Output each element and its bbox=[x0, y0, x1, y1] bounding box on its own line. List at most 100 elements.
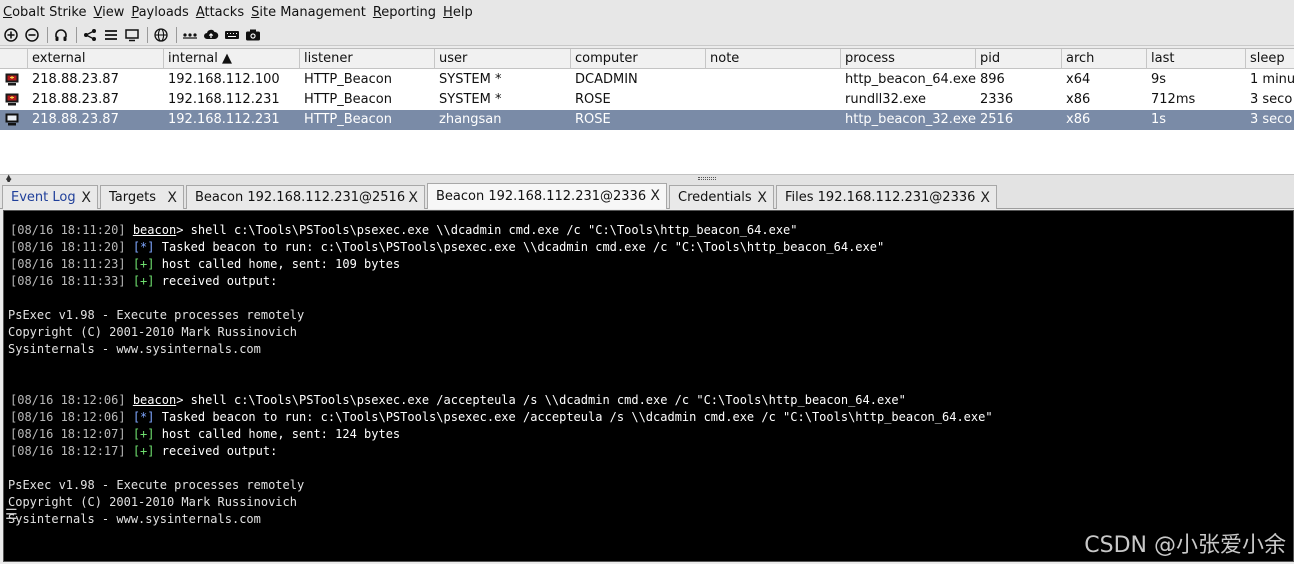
table-row[interactable]: 218.88.23.87 192.168.112.231 HTTP_Beacon… bbox=[0, 90, 1294, 110]
header-user[interactable]: user bbox=[435, 49, 571, 69]
share-graph-icon[interactable] bbox=[82, 27, 98, 43]
tab-label: Credentials bbox=[678, 190, 752, 205]
cell-listener: HTTP_Beacon bbox=[304, 112, 392, 127]
keyboard-icon[interactable] bbox=[224, 27, 240, 43]
close-icon[interactable]: X bbox=[167, 190, 177, 206]
console-line: [08/16 18:12:07] [+] host called home, s… bbox=[10, 427, 401, 441]
cell-process: http_beacon_32.exe bbox=[845, 112, 976, 127]
beacon-user-session-icon bbox=[5, 113, 19, 126]
console-line: [08/16 18:12:06] beacon> shell c:\Tools\… bbox=[10, 393, 906, 407]
close-icon[interactable]: X bbox=[650, 188, 660, 204]
table-row[interactable]: 218.88.23.87 192.168.112.100 HTTP_Beacon… bbox=[0, 70, 1294, 90]
cell-arch: x86 bbox=[1066, 112, 1091, 127]
console-line: [08/16 18:11:20] [*] Tasked beacon to ru… bbox=[10, 240, 885, 254]
close-icon[interactable]: X bbox=[980, 190, 990, 206]
beacon-table: external internal ▲ listener user comput… bbox=[0, 48, 1294, 174]
header-computer[interactable]: computer bbox=[571, 49, 706, 69]
cloud-upload-icon[interactable] bbox=[203, 27, 219, 43]
cell-pid: 2336 bbox=[980, 92, 1014, 107]
pane-splitter[interactable]: ▲ ▼ bbox=[0, 174, 1294, 185]
cell-sleep: 3 seco bbox=[1250, 92, 1293, 107]
console-line: [08/16 18:11:33] [+] received output: bbox=[10, 274, 278, 288]
keys-icon[interactable] bbox=[182, 27, 198, 43]
camera-icon[interactable] bbox=[245, 27, 261, 43]
cell-computer: DCADMIN bbox=[575, 72, 638, 87]
beacon-session-icon bbox=[5, 93, 19, 106]
console-output-line: PsExec v1.98 - Execute processes remotel… bbox=[8, 478, 305, 492]
cell-arch: x86 bbox=[1066, 92, 1091, 107]
toolbar-separator bbox=[76, 26, 77, 43]
console-line: [08/16 18:11:23] [+] host called home, s… bbox=[10, 257, 401, 271]
cell-sleep: 3 seco bbox=[1250, 112, 1293, 127]
beacon-console[interactable]: [08/16 18:11:20] beacon> shell c:\Tools\… bbox=[3, 210, 1294, 562]
globe-icon[interactable] bbox=[153, 27, 169, 43]
console-output-line: Sysinternals - www.sysinternals.com bbox=[8, 512, 261, 526]
cell-process: http_beacon_64.exe bbox=[845, 72, 976, 87]
tab-beacon-2336[interactable]: Beacon 192.168.112.231@2336 X bbox=[427, 183, 667, 209]
header-listener[interactable]: listener bbox=[300, 49, 435, 69]
console-output-line: Copyright (C) 2001-2010 Mark Russinovich bbox=[8, 325, 297, 339]
console-output-line: PsExec v1.98 - Execute processes remotel… bbox=[8, 308, 305, 322]
menu-lines-icon[interactable]: ☰ bbox=[5, 508, 18, 522]
cell-process: rundll32.exe bbox=[845, 92, 927, 107]
cell-external: 218.88.23.87 bbox=[32, 72, 119, 87]
table-row-selected[interactable]: 218.88.23.87 192.168.112.231 HTTP_Beacon… bbox=[0, 110, 1294, 130]
header-sleep[interactable]: sleep bbox=[1246, 49, 1294, 69]
screen-icon[interactable] bbox=[124, 27, 140, 43]
table-header: external internal ▲ listener user comput… bbox=[0, 49, 1294, 69]
beacon-session-icon bbox=[5, 73, 19, 86]
header-icon-column[interactable] bbox=[0, 49, 28, 69]
tab-targets[interactable]: Targets X bbox=[100, 185, 184, 209]
menu-help[interactable]: Help bbox=[443, 5, 473, 20]
tab-label: Beacon 192.168.112.231@2336 bbox=[436, 189, 647, 204]
menu-bar: Cobalt Strike View Payloads Attacks Site… bbox=[0, 0, 1294, 24]
splitter-grip-icon[interactable] bbox=[698, 177, 716, 180]
cell-user: SYSTEM * bbox=[439, 92, 502, 107]
cell-last: 9s bbox=[1151, 72, 1167, 87]
tab-event-log[interactable]: Event Log X bbox=[2, 185, 98, 209]
cell-user: SYSTEM * bbox=[439, 72, 502, 87]
tab-label: Targets bbox=[109, 190, 156, 205]
close-icon[interactable]: X bbox=[81, 190, 91, 206]
header-external[interactable]: external bbox=[28, 49, 164, 69]
beacon-prompt: beacon bbox=[132, 223, 177, 237]
cell-note bbox=[706, 110, 841, 130]
cell-internal: 192.168.112.231 bbox=[168, 92, 280, 107]
close-icon[interactable]: X bbox=[757, 190, 767, 206]
tab-beacon-2516[interactable]: Beacon 192.168.112.231@2516 X bbox=[186, 185, 425, 209]
add-connection-icon[interactable] bbox=[3, 27, 19, 43]
menu-payloads[interactable]: Payloads bbox=[131, 5, 188, 20]
cell-arch: x64 bbox=[1066, 72, 1091, 87]
cell-computer: ROSE bbox=[575, 112, 611, 127]
menu-reporting[interactable]: Reporting bbox=[373, 5, 436, 20]
remove-connection-icon[interactable] bbox=[24, 27, 40, 43]
cell-computer: ROSE bbox=[575, 92, 611, 107]
tab-label: Files 192.168.112.231@2336 bbox=[785, 190, 976, 205]
toolbar-separator bbox=[47, 26, 48, 43]
tab-label: Event Log bbox=[11, 190, 76, 205]
cell-pid: 896 bbox=[980, 72, 1005, 87]
tab-files-2336[interactable]: Files 192.168.112.231@2336 X bbox=[776, 185, 997, 209]
header-process[interactable]: process bbox=[841, 49, 976, 69]
cell-external: 218.88.23.87 bbox=[32, 92, 119, 107]
cell-external: 218.88.23.87 bbox=[32, 112, 119, 127]
tab-bar: Event Log X Targets X Beacon 192.168.112… bbox=[0, 182, 1294, 209]
menu-cobalt-strike[interactable]: Cobalt Strike bbox=[3, 5, 86, 20]
tab-credentials[interactable]: Credentials X bbox=[669, 185, 774, 209]
header-last[interactable]: last bbox=[1147, 49, 1246, 69]
headphones-icon[interactable] bbox=[53, 27, 69, 43]
menu-attacks[interactable]: Attacks bbox=[196, 5, 244, 20]
header-arch[interactable]: arch bbox=[1062, 49, 1147, 69]
cell-last: 1s bbox=[1151, 112, 1167, 127]
menu-site-management[interactable]: Site Management bbox=[251, 5, 366, 20]
cell-internal: 192.168.112.100 bbox=[168, 72, 280, 87]
header-pid[interactable]: pid bbox=[976, 49, 1062, 69]
header-note[interactable]: note bbox=[706, 49, 841, 69]
menu-view[interactable]: View bbox=[93, 5, 124, 20]
list-icon[interactable] bbox=[103, 27, 119, 43]
header-internal[interactable]: internal ▲ bbox=[164, 49, 300, 69]
close-icon[interactable]: X bbox=[408, 190, 418, 206]
console-line: [08/16 18:12:17] [+] received output: bbox=[10, 444, 278, 458]
console-output-line: Copyright (C) 2001-2010 Mark Russinovich bbox=[8, 495, 297, 509]
watermark: CSDN @小张爱小余 bbox=[1084, 533, 1286, 558]
